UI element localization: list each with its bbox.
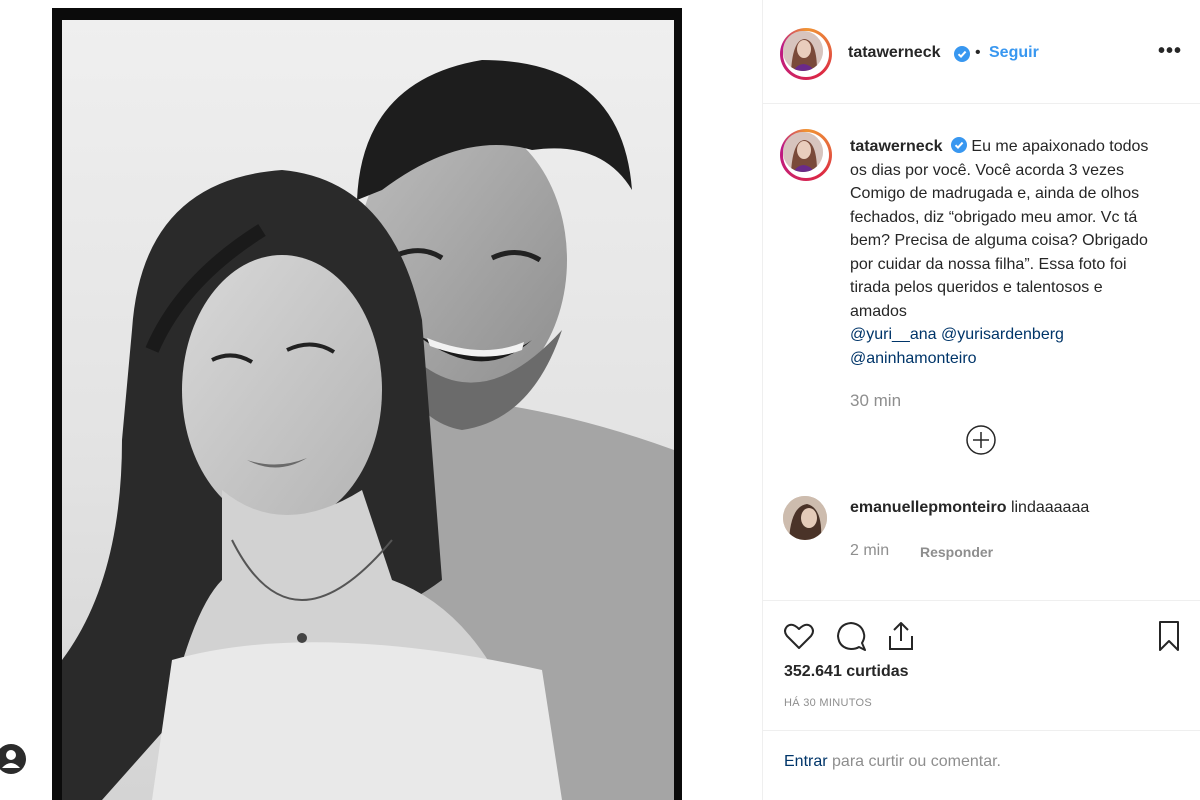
post-actions: 352.641 curtidas HÁ 30 MINUTOS: [763, 600, 1200, 730]
login-prompt: Entrar para curtir ou comentar.: [763, 730, 1200, 800]
avatar-photo-icon: [783, 31, 823, 71]
post-media-area: [0, 0, 762, 800]
post-side-panel: tatawerneck • Seguir ••• tatawerneck Eu …: [762, 0, 1200, 800]
caption-username[interactable]: tatawerneck: [850, 138, 943, 155]
comment-body: emanuellepmonteiro lindaaaaaa: [850, 499, 1089, 517]
caption-text: Eu me apaixonado todos os dias por você.…: [850, 138, 1149, 320]
heart-icon[interactable]: [782, 619, 816, 653]
post-date: HÁ 30 MINUTOS: [784, 697, 873, 709]
comment-timestamp: 2 min: [850, 542, 890, 559]
post-photo[interactable]: [62, 20, 674, 800]
header-username[interactable]: tatawerneck: [848, 44, 941, 62]
mention-link[interactable]: @yuri__ana: [850, 326, 937, 343]
bookmark-icon[interactable]: [1152, 619, 1186, 653]
person-icon: [2, 750, 20, 768]
header-avatar[interactable]: [780, 28, 832, 80]
separator-dot: •: [975, 44, 981, 61]
verified-badge-icon: [954, 46, 970, 67]
post-caption: tatawerneck Eu me apaixonado todos os di…: [850, 135, 1150, 370]
follow-button[interactable]: Seguir: [989, 44, 1039, 62]
comment-username[interactable]: emanuellepmonteiro: [850, 499, 1006, 516]
comment-avatar[interactable]: [783, 496, 827, 540]
share-icon[interactable]: [884, 619, 918, 653]
login-prompt-text: Entrar para curtir ou comentar.: [784, 753, 1001, 771]
comment-icon[interactable]: [834, 619, 868, 653]
mention-link[interactable]: @aninhamonteiro: [850, 350, 977, 367]
load-more-comments-icon[interactable]: [966, 425, 996, 455]
post-header: tatawerneck • Seguir •••: [763, 0, 1200, 104]
verified-badge-icon: [950, 137, 967, 153]
avatar-photo-icon: [783, 132, 823, 172]
caption-timestamp: 30 min: [850, 391, 902, 410]
comments-section[interactable]: tatawerneck Eu me apaixonado todos os di…: [763, 104, 1200, 600]
caption-avatar[interactable]: [780, 129, 832, 181]
login-suffix: para curtir ou comentar.: [832, 753, 1001, 770]
profile-avatar-icon[interactable]: [0, 744, 26, 774]
login-link[interactable]: Entrar: [784, 753, 828, 770]
avatar-photo-icon: [783, 496, 827, 540]
more-options-button[interactable]: •••: [1158, 40, 1182, 63]
photo-illustration: [62, 60, 674, 800]
likes-count[interactable]: 352.641 curtidas: [784, 663, 909, 681]
comment-text: lindaaaaaa: [1010, 499, 1090, 516]
mention-link[interactable]: @yurisardenberg: [941, 326, 1064, 343]
reply-button[interactable]: Responder: [920, 544, 993, 560]
